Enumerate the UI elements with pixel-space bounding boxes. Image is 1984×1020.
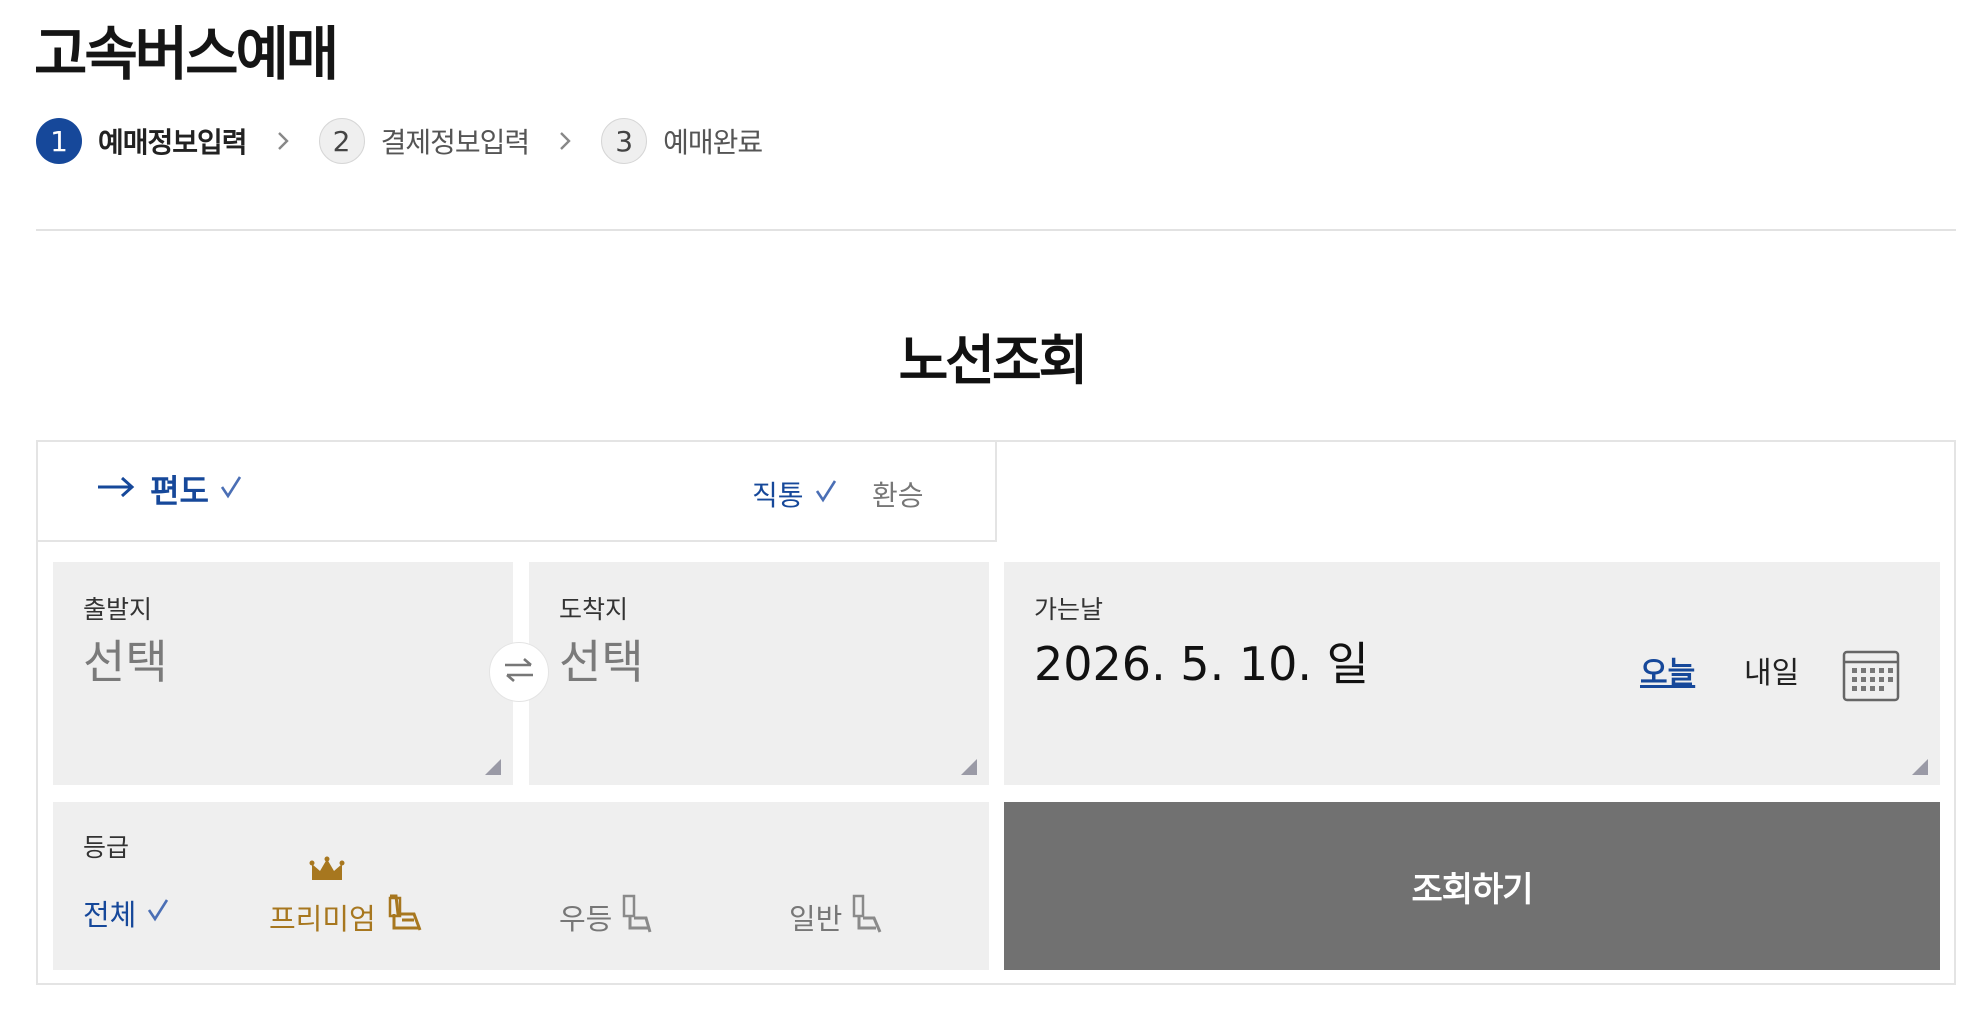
section-title: 노선조회 [898,329,1089,392]
page-title: 고속버스예매 [34,20,339,88]
step-indicator: 1 예매정보입력 2 결제정보입력 3 예매완료 [36,116,763,166]
date-field[interactable]: 가는날 2026. 5. 10. 일 오늘 내일 [1004,562,1940,785]
route-option-label: 직통 [752,479,804,512]
step-3: 3 예매완료 [601,118,763,164]
step-2: 2 결제정보입력 [318,118,531,164]
seat-icon [848,892,888,941]
step-number: 1 [36,118,82,164]
swap-button[interactable] [489,642,549,702]
date-value: 2026. 5. 10. 일 [1034,637,1369,691]
arrow-right-icon [96,475,136,503]
departure-label: 출발지 [83,595,153,624]
chevron-right-icon [259,130,307,152]
grade-option-standard[interactable]: 일반 [789,892,888,941]
today-button[interactable]: 오늘 [1640,648,1695,692]
tab-one-way-label: 편도 [150,472,209,510]
step-label: 예매완료 [663,126,763,159]
crown-icon [309,856,345,891]
check-icon [814,478,838,511]
grade-option-deluxe[interactable]: 우등 [559,892,658,941]
route-option-transfer[interactable]: 환승 [872,474,924,514]
step-label: 예매정보입력 [98,126,248,159]
step-number: 2 [318,118,365,164]
tomorrow-button[interactable]: 내일 [1744,648,1799,692]
grade-field: 등급 전체 프리미엄 우등 일반 [53,802,989,970]
date-label: 가는날 [1034,595,1104,624]
departure-field[interactable]: 출발지 선택 [53,562,513,785]
swap-icon [501,655,537,689]
arrival-field[interactable]: 도착지 선택 [529,562,989,785]
chevron-right-icon [541,130,589,152]
route-option-direct[interactable]: 직통 [752,474,838,514]
arrival-label: 도착지 [559,595,629,624]
grade-option-label: 프리미엄 [269,901,376,936]
seat-icon [384,892,428,941]
step-number: 3 [601,118,648,164]
departure-value: 선택 [83,635,168,689]
tab-one-way[interactable]: 편도 [96,466,243,512]
grade-label: 등급 [83,833,130,862]
check-icon [219,474,243,504]
divider [36,229,1956,231]
grade-option-label: 일반 [789,901,843,936]
check-icon [146,896,170,930]
grade-option-all[interactable]: 전체 [83,892,170,934]
seat-icon [618,892,658,941]
step-1: 1 예매정보입력 [36,118,248,164]
resize-corner-icon [1912,759,1928,775]
resize-corner-icon [485,759,501,775]
search-button[interactable]: 조회하기 [1004,802,1940,970]
step-label: 결제정보입력 [380,126,531,159]
arrival-value: 선택 [559,635,644,689]
grade-option-label: 우등 [559,901,613,936]
resize-corner-icon [961,759,977,775]
grade-option-premium[interactable]: 프리미엄 [269,856,428,941]
calendar-button[interactable] [1842,650,1900,702]
calendar-icon [1842,650,1900,706]
grade-option-label: 전체 [83,898,137,932]
